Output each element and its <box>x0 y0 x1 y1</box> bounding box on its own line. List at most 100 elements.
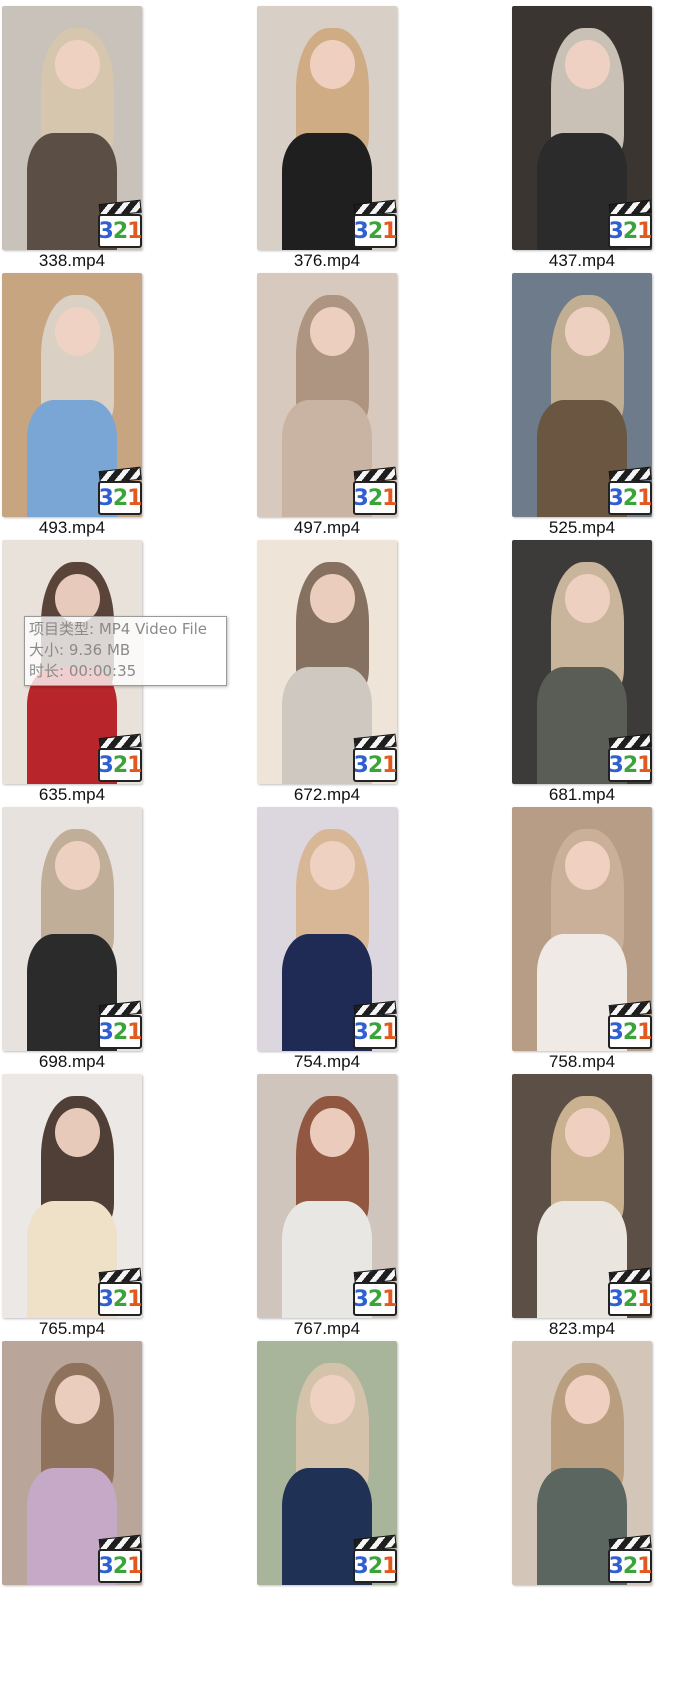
thumbnail-face-shape <box>310 1108 355 1157</box>
badge-digit: 1 <box>637 1286 652 1312</box>
badge-digit: 3 <box>98 1019 114 1045</box>
file-tile[interactable]: 321 <box>257 1335 397 1607</box>
file-tile[interactable]: 3 2 1 497.mp4 <box>257 267 397 539</box>
badge-digit: 3 <box>98 752 114 778</box>
thumbnail-face-shape <box>310 307 355 356</box>
media-player-classic-icon: 321 <box>353 466 399 517</box>
badge-digit: 3 <box>608 1553 624 1579</box>
player-badge-digits: 321 <box>98 1015 142 1049</box>
badge-digit: 3 <box>608 752 624 778</box>
badge-digit: 1 <box>127 1553 142 1579</box>
thumbnail-face-shape <box>55 1108 100 1157</box>
badge-digit: 2 <box>367 752 383 778</box>
badge-digit: 3 <box>353 752 369 778</box>
badge-digit: 3 <box>353 1286 369 1312</box>
media-player-classic-icon: 321 <box>353 1267 399 1318</box>
thumbnail-face-shape <box>565 1375 610 1424</box>
badge-digit: 2 <box>622 485 638 511</box>
media-player-classic-icon: 321 <box>98 1267 144 1318</box>
thumbnail-face-shape <box>55 40 100 89</box>
media-player-classic-icon: 321 <box>353 1534 399 1585</box>
badge-digit: 3 <box>353 1553 369 1579</box>
file-tile[interactable]: 3 2 1 765.mp4 <box>2 1068 142 1340</box>
player-badge-digits: 321 <box>608 1282 652 1316</box>
badge-digit: 1 <box>382 485 397 511</box>
badge-digit: 2 <box>367 485 383 511</box>
player-badge-digits: 321 <box>98 1549 142 1583</box>
media-player-classic-icon: 321 <box>98 466 144 517</box>
badge-digit: 1 <box>637 752 652 778</box>
player-badge-digits: 321 <box>98 748 142 782</box>
player-badge-digits: 321 <box>353 1549 397 1583</box>
player-badge-digits: 321 <box>608 748 652 782</box>
thumbnail-face-shape <box>565 307 610 356</box>
tooltip-size: 大小: 9.36 MB <box>29 641 131 659</box>
file-tile[interactable]: 3 2 1 758.mp4 <box>512 801 652 1073</box>
file-tile[interactable]: 3 2 1 754.mp4 <box>257 801 397 1073</box>
media-player-classic-icon: 321 <box>353 199 399 250</box>
badge-digit: 2 <box>112 1019 128 1045</box>
file-tile[interactable]: 3 2 1 376.mp4 <box>257 0 397 272</box>
thumbnail-face-shape <box>310 841 355 890</box>
badge-digit: 3 <box>353 218 369 244</box>
badge-digit: 1 <box>127 1286 142 1312</box>
file-tile[interactable]: 3 2 1 525.mp4 <box>512 267 652 539</box>
badge-digit: 2 <box>112 485 128 511</box>
media-player-classic-icon: 321 <box>608 466 654 517</box>
badge-digit: 1 <box>127 752 142 778</box>
player-badge-digits: 321 <box>353 214 397 248</box>
file-tile[interactable]: 3 2 1 698.mp4 <box>2 801 142 1073</box>
badge-digit: 2 <box>367 1286 383 1312</box>
badge-digit: 2 <box>622 1286 638 1312</box>
player-badge-digits: 321 <box>353 481 397 515</box>
player-badge-digits: 321 <box>353 1015 397 1049</box>
badge-digit: 3 <box>98 1553 114 1579</box>
media-player-classic-icon: 321 <box>608 1000 654 1051</box>
thumbnail-face-shape <box>55 307 100 356</box>
badge-digit: 3 <box>98 485 114 511</box>
file-tile[interactable]: 3 2 1 493.mp4 <box>2 267 142 539</box>
file-tile[interactable]: 3 2 1 672.mp4 <box>257 534 397 806</box>
badge-digit: 1 <box>637 1019 652 1045</box>
player-badge-digits: 321 <box>353 1282 397 1316</box>
badge-digit: 2 <box>112 752 128 778</box>
badge-digit: 1 <box>127 1019 142 1045</box>
file-tile[interactable]: 3 2 1 437.mp4 <box>512 0 652 272</box>
thumbnail-face-shape <box>565 574 610 623</box>
badge-digit: 3 <box>353 1019 369 1045</box>
file-tile[interactable]: 3 2 1 767.mp4 <box>257 1068 397 1340</box>
badge-digit: 2 <box>112 218 128 244</box>
badge-digit: 3 <box>608 1286 624 1312</box>
badge-digit: 1 <box>637 485 652 511</box>
badge-digit: 2 <box>622 218 638 244</box>
badge-digit: 1 <box>127 485 142 511</box>
player-badge-digits: 321 <box>98 214 142 248</box>
media-player-classic-icon: 321 <box>353 1000 399 1051</box>
thumbnail-face-shape <box>310 1375 355 1424</box>
badge-digit: 1 <box>382 1286 397 1312</box>
file-info-tooltip: 项目类型: MP4 Video File 大小: 9.36 MB 时长: 00:… <box>24 616 227 686</box>
media-player-classic-icon: 321 <box>353 733 399 784</box>
badge-digit: 3 <box>608 1019 624 1045</box>
file-tile[interactable]: 3 2 1 681.mp4 <box>512 534 652 806</box>
file-tile[interactable]: 3 2 1 823.mp4 <box>512 1068 652 1340</box>
player-badge-digits: 321 <box>98 481 142 515</box>
file-grid: 3 2 1 338.mp4 3 2 1 376.mp4 3 2 1 437.mp4 3 2 1 493.mp4… <box>0 0 693 1704</box>
file-tile[interactable]: 321 <box>2 1335 142 1607</box>
player-badge-digits: 321 <box>98 1282 142 1316</box>
thumbnail-face-shape <box>565 1108 610 1157</box>
badge-digit: 2 <box>367 1553 383 1579</box>
player-badge-digits: 321 <box>353 748 397 782</box>
media-player-classic-icon: 321 <box>608 733 654 784</box>
media-player-classic-icon: 321 <box>608 199 654 250</box>
tooltip-item-type: 项目类型: MP4 Video File <box>29 620 208 638</box>
media-player-classic-icon: 321 <box>98 199 144 250</box>
media-player-classic-icon: 321 <box>608 1267 654 1318</box>
file-tile[interactable]: 3 2 1 338.mp4 <box>2 0 142 272</box>
media-player-classic-icon: 321 <box>98 1000 144 1051</box>
thumbnail-face-shape <box>565 841 610 890</box>
player-badge-digits: 321 <box>608 481 652 515</box>
file-tile[interactable]: 321 <box>512 1335 652 1607</box>
badge-digit: 1 <box>637 1553 652 1579</box>
badge-digit: 1 <box>382 1019 397 1045</box>
